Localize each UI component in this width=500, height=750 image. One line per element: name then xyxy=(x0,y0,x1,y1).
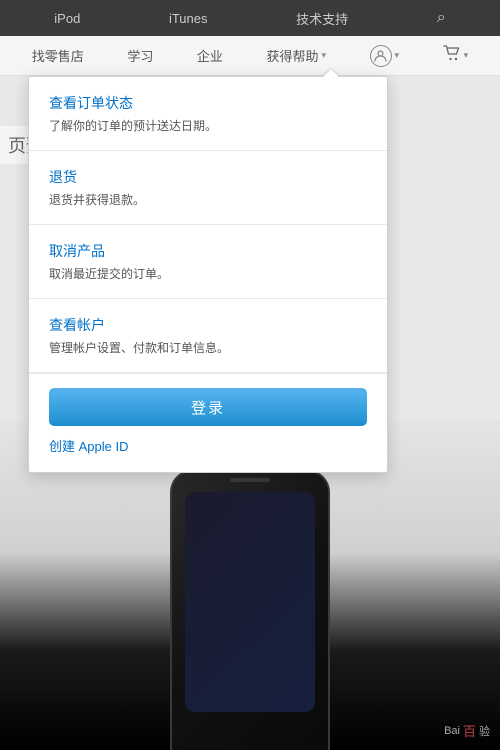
cancel-product-desc: 取消最近提交的订单。 xyxy=(49,265,367,282)
view-account-title: 查看帐户 xyxy=(49,315,367,335)
view-account-desc: 管理帐户设置、付款和订单信息。 xyxy=(49,339,367,356)
return-desc: 退货并获得退款。 xyxy=(49,191,367,208)
login-button[interactable]: 登录 xyxy=(49,388,367,426)
cart-menu[interactable]: ▾ xyxy=(443,45,469,66)
dropdown-caret xyxy=(323,69,339,77)
account-dropdown-arrow: ▾ xyxy=(395,50,400,61)
main-content-area: 查看订单状态 了解你的订单的预计送达日期。 退货 退货并获得退款。 取消产品 取… xyxy=(0,76,500,750)
search-icon[interactable]: ⌕ xyxy=(437,9,446,27)
order-status-desc: 了解你的订单的预计送达日期。 xyxy=(49,117,367,134)
phone-device-silhouette xyxy=(170,470,330,750)
login-section: 登录 创建 Apple ID xyxy=(29,373,387,472)
account-menu[interactable]: ▾ xyxy=(370,45,400,67)
dropdown-view-account[interactable]: 查看帐户 管理帐户设置、付款和订单信息。 xyxy=(29,299,387,373)
dropdown-return[interactable]: 退货 退货并获得退款。 xyxy=(29,151,387,225)
secondary-navigation: 找零售店 学习 企业 获得帮助 ▾ ▾ ▾ xyxy=(0,36,500,76)
sec-nav-enterprise[interactable]: 企业 xyxy=(197,46,223,65)
cancel-product-title: 取消产品 xyxy=(49,241,367,261)
top-nav-tech-support[interactable]: 技术支持 xyxy=(296,9,348,28)
top-nav-ipod[interactable]: iPod xyxy=(54,11,80,26)
baidu-suffix: 验 xyxy=(479,723,490,739)
top-navigation: iPod iTunes 技术支持 ⌕ xyxy=(0,0,500,36)
account-dropdown-panel: 查看订单状态 了解你的订单的预计送达日期。 退货 退货并获得退款。 取消产品 取… xyxy=(28,76,388,473)
order-status-title: 查看订单状态 xyxy=(49,93,367,113)
phone-screen xyxy=(185,492,315,712)
help-dropdown-arrow: ▾ xyxy=(321,50,326,61)
return-title: 退货 xyxy=(49,167,367,187)
sec-nav-find-store[interactable]: 找零售店 xyxy=(32,46,84,65)
baidu-text: Bai xyxy=(444,725,460,737)
baidu-logo-icon: 百 xyxy=(463,721,476,740)
phone-top-button xyxy=(230,478,270,482)
top-nav-itunes[interactable]: iTunes xyxy=(169,11,208,26)
account-icon xyxy=(370,45,392,67)
dropdown-cancel-product[interactable]: 取消产品 取消最近提交的订单。 xyxy=(29,225,387,299)
cart-icon xyxy=(443,45,461,66)
dropdown-order-status[interactable]: 查看订单状态 了解你的订单的预计送达日期。 xyxy=(29,77,387,151)
cart-dropdown-arrow: ▾ xyxy=(464,50,469,61)
sec-nav-learn[interactable]: 学习 xyxy=(127,46,153,65)
baidu-watermark: Bai 百 验 xyxy=(444,721,490,740)
help-label: 获得帮助 xyxy=(266,46,318,65)
sec-nav-help[interactable]: 获得帮助 ▾ xyxy=(266,46,326,65)
create-apple-id-link[interactable]: 创建 Apple ID xyxy=(49,436,128,455)
